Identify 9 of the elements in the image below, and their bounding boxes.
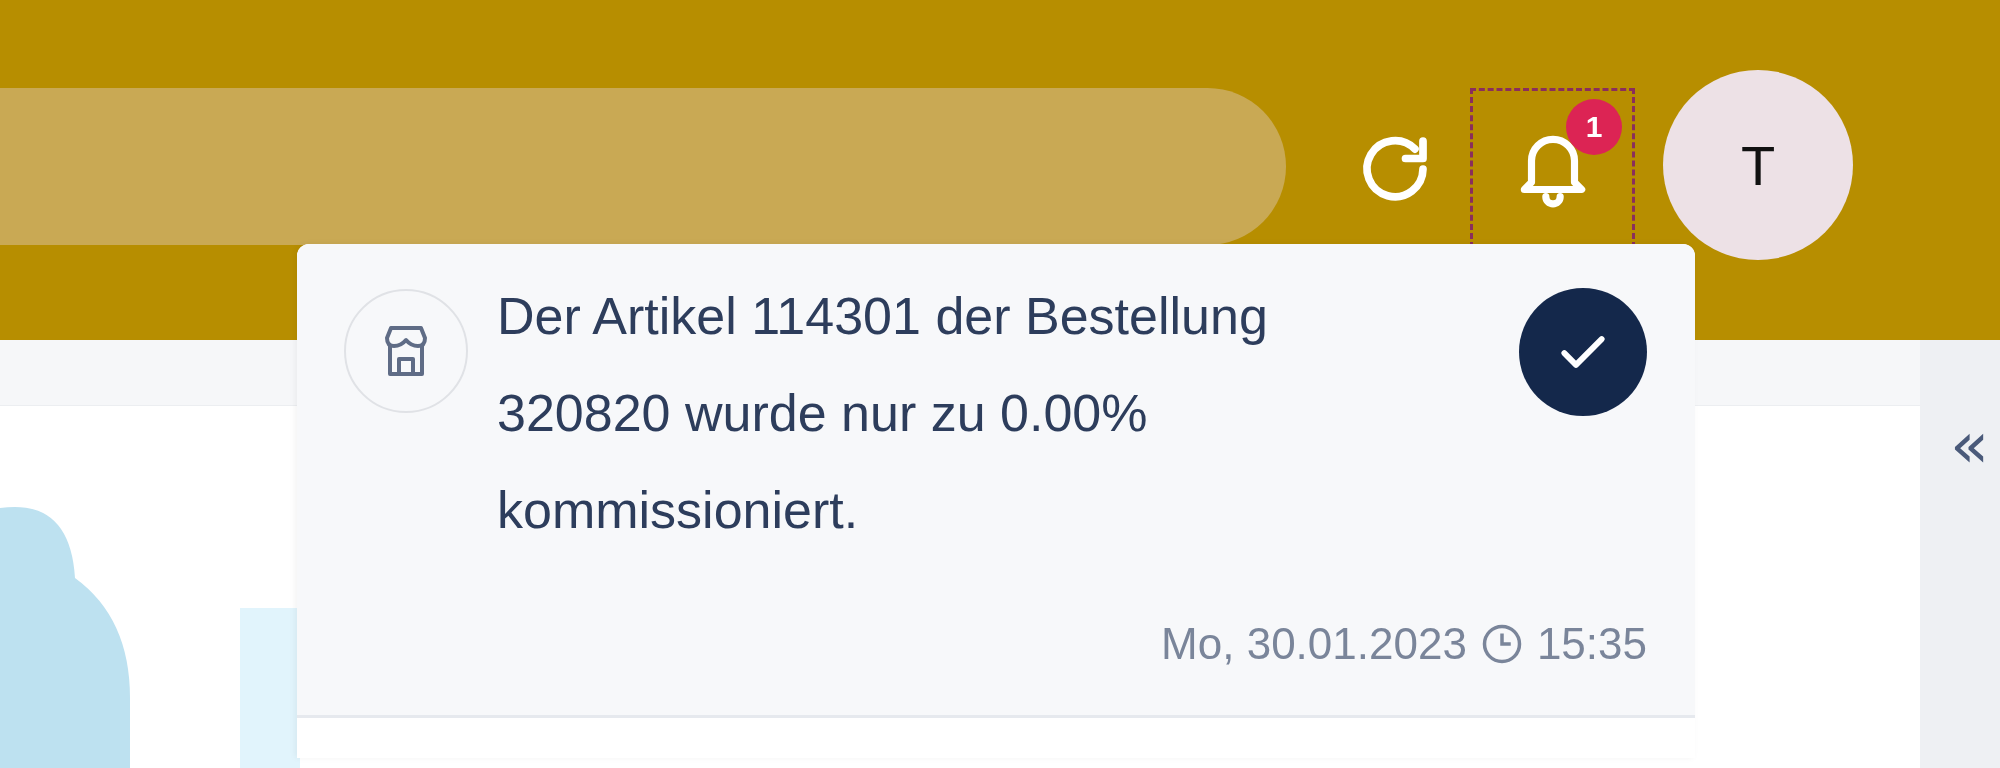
store-icon (343, 288, 469, 414)
collapse-button[interactable]: « (1920, 410, 1990, 480)
clock-icon (1480, 623, 1523, 665)
notification-time: 15:35 (1536, 619, 1647, 669)
notification-count: 1 (1566, 99, 1622, 155)
search-field[interactable] (0, 88, 1286, 245)
notification-message: Der Artikel 114301 der Bestellung 320820 wurde nur zu 0.00% kommissioniert. (497, 286, 1269, 541)
user-avatar[interactable]: T (1663, 70, 1853, 260)
notification-date: Mo, 30.01.2023 (1161, 619, 1467, 669)
